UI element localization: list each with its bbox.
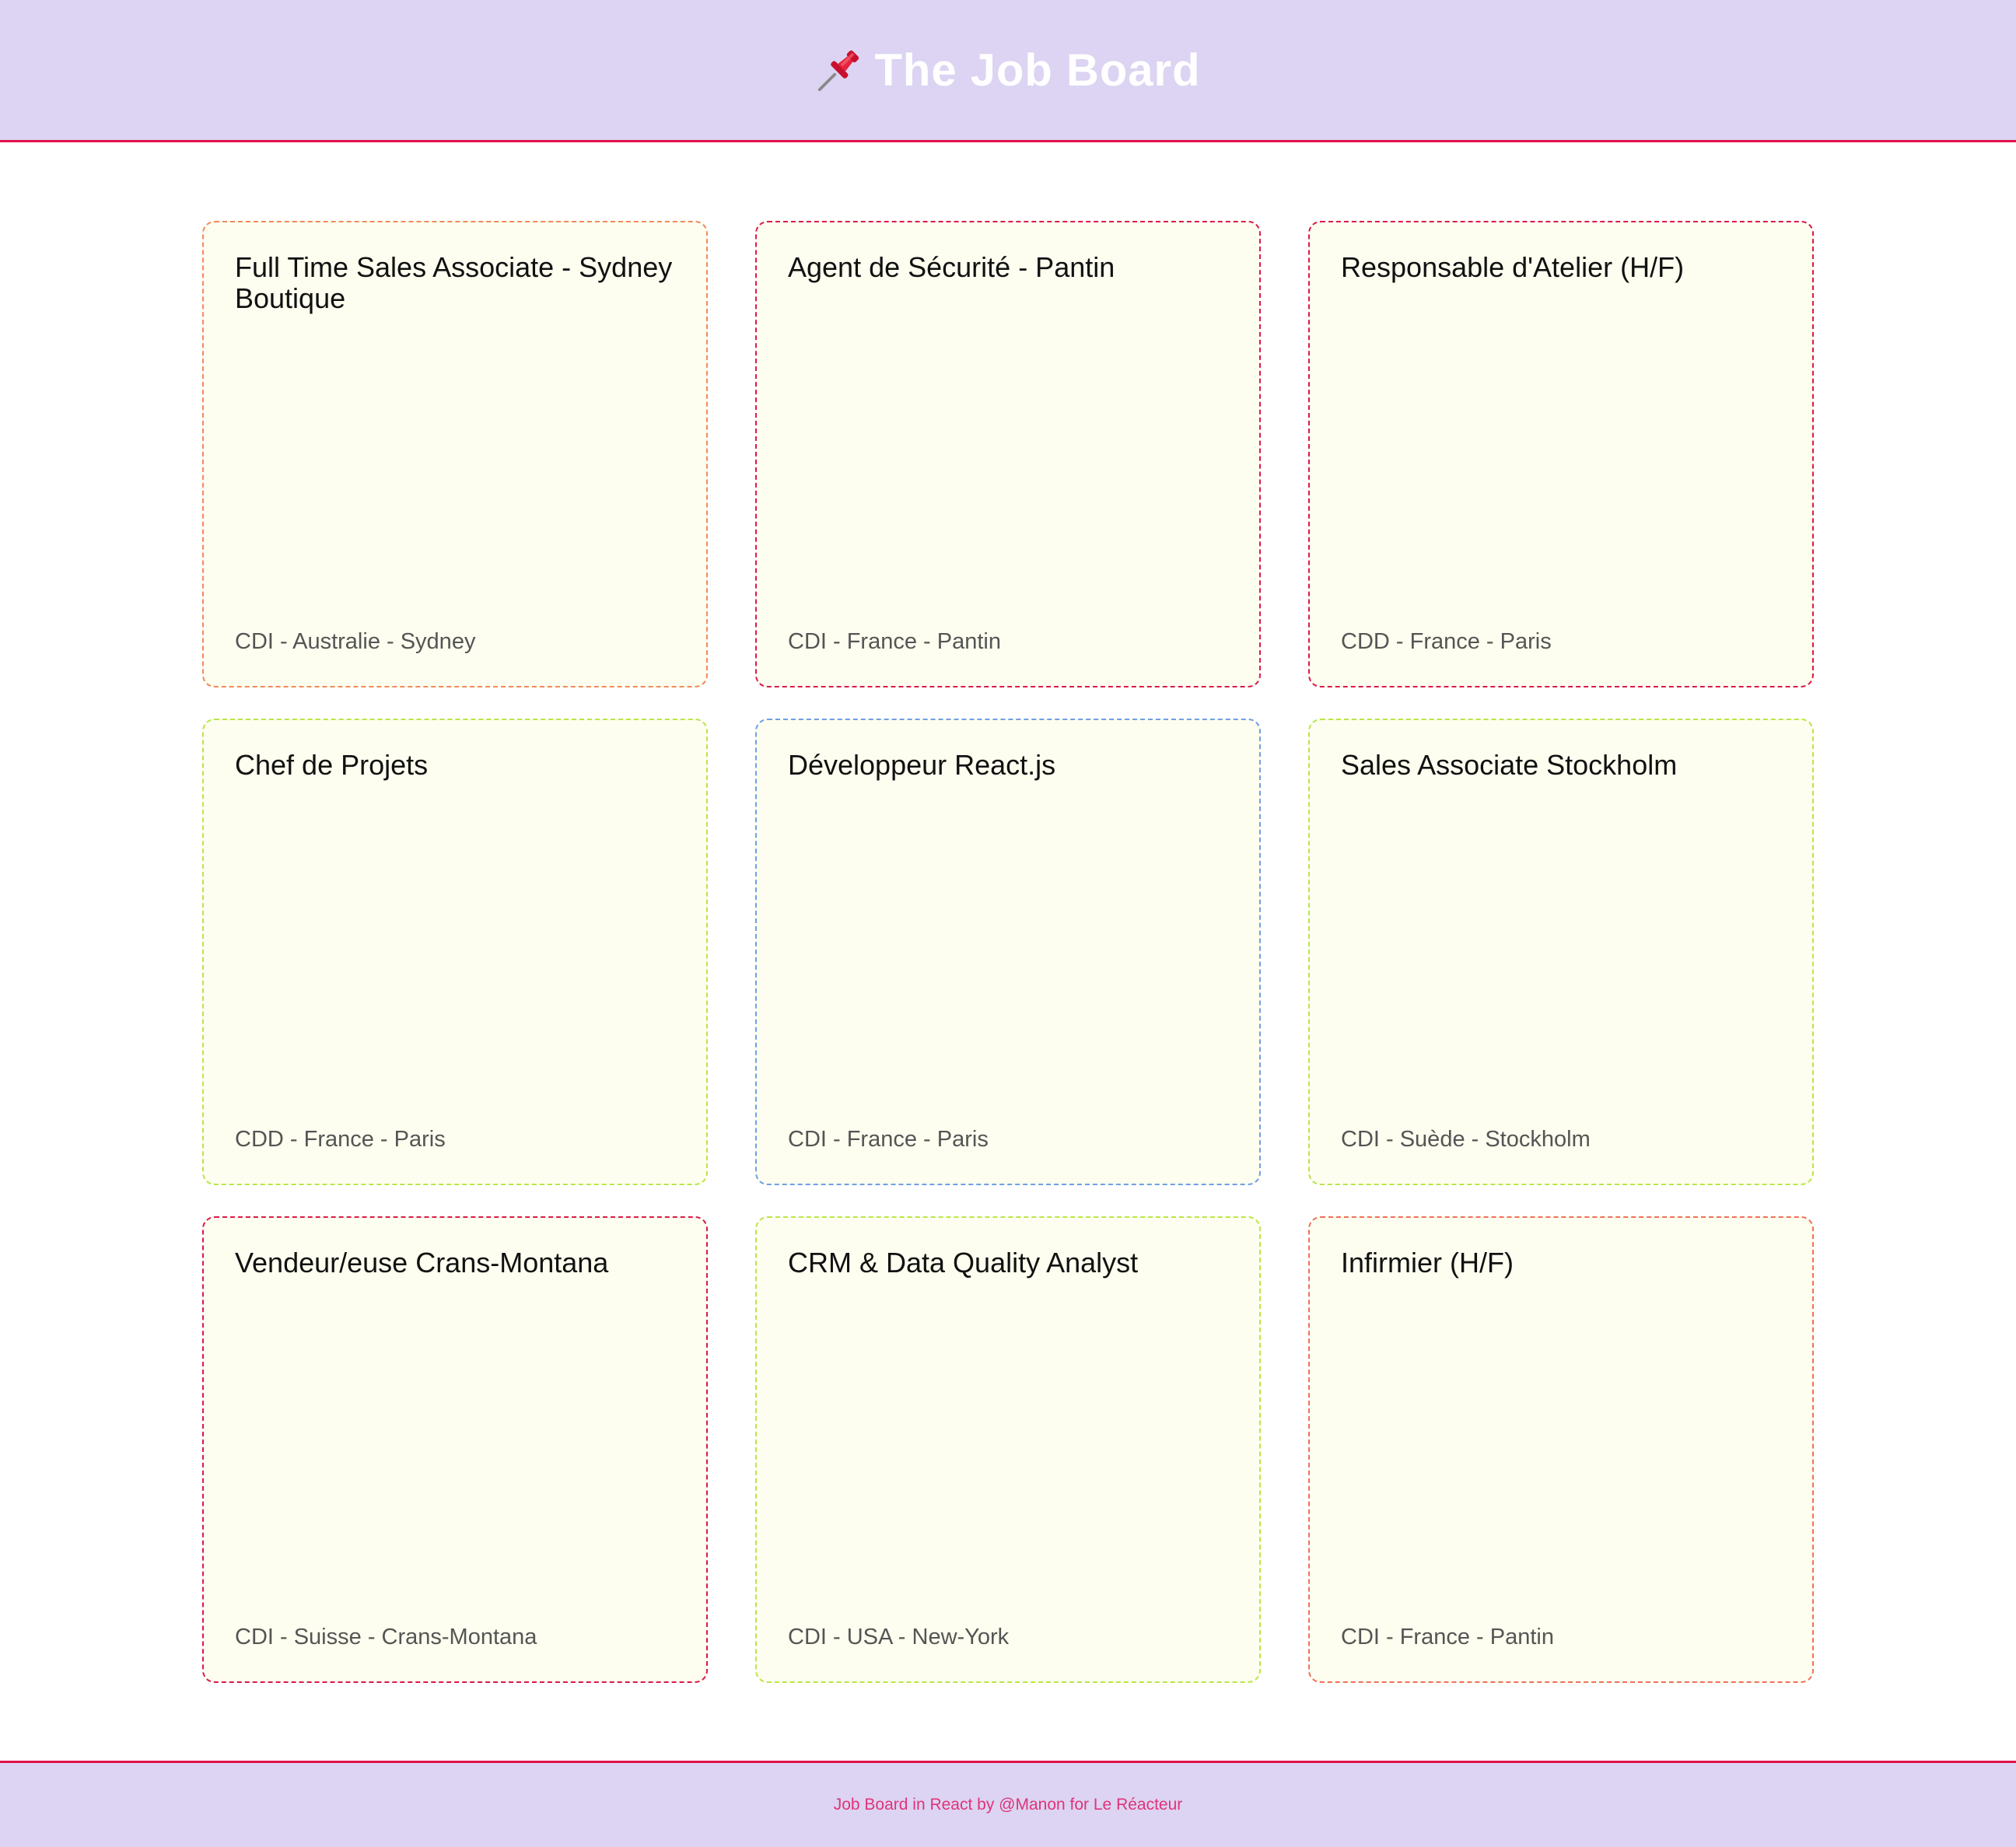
job-meta: CDD - France - Paris — [235, 1127, 446, 1152]
job-card[interactable]: Chef de Projets CDD - France - Paris — [202, 719, 708, 1185]
job-title: Développeur React.js — [788, 749, 1056, 781]
job-meta: CDI - Australie - Sydney — [235, 629, 476, 654]
job-grid: Full Time Sales Associate - Sydney Bouti… — [202, 221, 1815, 1683]
job-card[interactable]: Vendeur/euse Crans-Montana CDI - Suisse … — [202, 1216, 708, 1683]
job-card[interactable]: Développeur React.js CDI - France - Pari… — [755, 719, 1261, 1185]
job-title: Infirmier (H/F) — [1341, 1247, 1514, 1279]
page-title: The Job Board — [874, 44, 1201, 96]
job-card[interactable]: Infirmier (H/F) CDI - France - Pantin — [1308, 1216, 1814, 1683]
job-meta: CDD - France - Paris — [1341, 629, 1552, 654]
job-meta: CDI - France - Pantin — [788, 629, 1001, 654]
job-title: Sales Associate Stockholm — [1341, 749, 1678, 781]
job-title: CRM & Data Quality Analyst — [788, 1247, 1139, 1279]
job-title: Full Time Sales Associate - Sydney Bouti… — [235, 251, 673, 314]
job-card[interactable]: Agent de Sécurité - Pantin CDI - France … — [755, 221, 1261, 687]
pushpin-icon — [815, 46, 863, 94]
job-card[interactable]: Full Time Sales Associate - Sydney Bouti… — [202, 221, 708, 687]
job-meta: CDI - Suisse - Crans-Montana — [235, 1625, 537, 1649]
job-card[interactable]: CRM & Data Quality Analyst CDI - USA - N… — [755, 1216, 1261, 1683]
job-title: Agent de Sécurité - Pantin — [788, 251, 1115, 283]
app-footer: Job Board in React by @Manon for Le Réac… — [0, 1761, 2016, 1847]
job-meta: CDI - Suède - Stockholm — [1341, 1127, 1591, 1152]
job-meta: CDI - USA - New-York — [788, 1625, 1010, 1649]
job-card[interactable]: Sales Associate Stockholm CDI - Suède - … — [1308, 719, 1814, 1185]
job-title: Responsable d'Atelier (H/F) — [1341, 251, 1685, 283]
job-title: Vendeur/euse Crans-Montana — [235, 1247, 609, 1279]
job-meta: CDI - France - Paris — [788, 1127, 989, 1152]
header-brand: The Job Board — [815, 44, 1200, 96]
job-card[interactable]: Responsable d'Atelier (H/F) CDD - France… — [1308, 221, 1814, 687]
job-meta: CDI - France - Pantin — [1341, 1625, 1554, 1649]
app-header: The Job Board — [0, 0, 2016, 142]
job-title: Chef de Projets — [235, 749, 429, 781]
footer-credit: Job Board in React by @Manon for Le Réac… — [833, 1796, 1183, 1814]
